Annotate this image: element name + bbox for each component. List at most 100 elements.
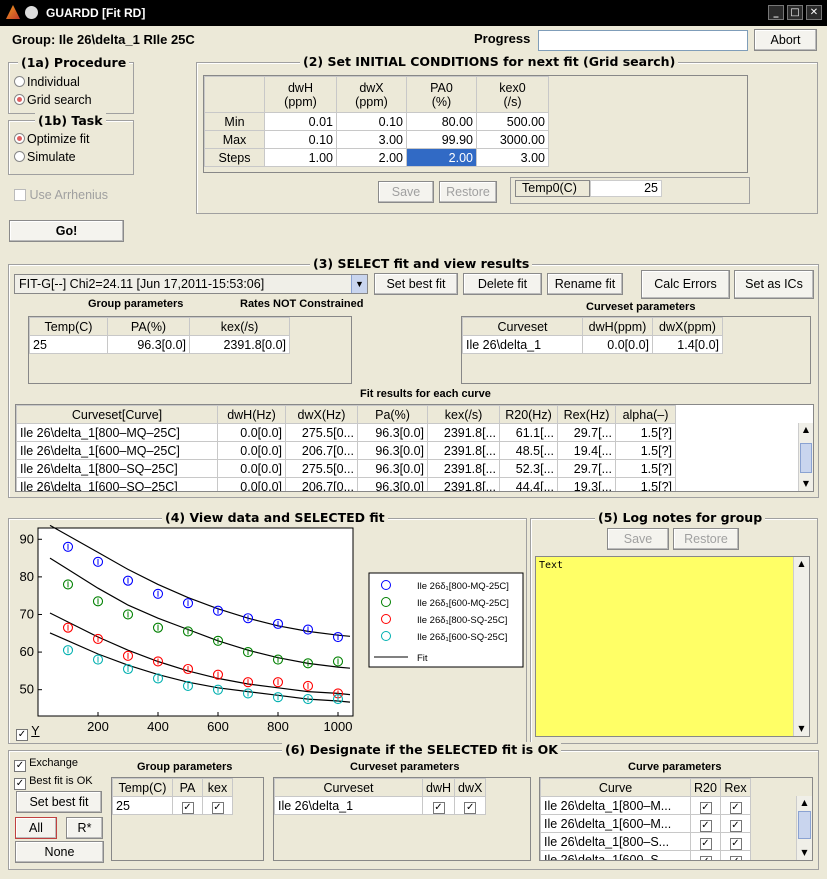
fr-cell[interactable]: 1.5[?] bbox=[615, 459, 676, 478]
radio-individual[interactable]: Individual bbox=[14, 75, 80, 89]
ic-cell[interactable]: 99.90 bbox=[406, 130, 477, 149]
fr-cell[interactable]: 1.5[?] bbox=[615, 441, 676, 460]
initial-conditions-table[interactable]: dwH (ppm) dwX (ppm) PA0 (%) kex0 (/s) Mi… bbox=[203, 75, 748, 173]
fr-cell[interactable]: 206.7[0... bbox=[285, 477, 358, 491]
delete-fit-button[interactable]: Delete fit bbox=[463, 273, 542, 295]
exchange-checkbox[interactable]: ✓ Exchange bbox=[14, 757, 78, 772]
fr-cell[interactable]: 96.3[0.0] bbox=[357, 441, 428, 460]
fr-cell[interactable]: Ile 26\delta_1[800–SQ–25C] bbox=[16, 459, 218, 478]
radio-grid-search[interactable]: Grid search bbox=[14, 93, 92, 107]
ic-cell[interactable]: 2.00 bbox=[336, 148, 407, 167]
fr-cell[interactable]: 0.0[0.0] bbox=[217, 423, 286, 442]
ic-restore-button[interactable]: Restore bbox=[439, 181, 497, 203]
dg-check[interactable]: ✓ bbox=[202, 796, 233, 815]
dcv-check[interactable]: ✓ bbox=[720, 814, 751, 833]
dcv-check[interactable]: ✓ bbox=[690, 832, 721, 851]
fr-cell[interactable]: 96.3[0.0] bbox=[357, 423, 428, 442]
go-button[interactable]: Go! bbox=[9, 220, 124, 242]
dcv-cell[interactable]: Ile 26\delta_1[800–M... bbox=[540, 796, 691, 815]
dg-check[interactable]: ✓ bbox=[172, 796, 203, 815]
fr-cell[interactable]: 0.0[0.0] bbox=[217, 459, 286, 478]
scroll-down-icon[interactable]: ▼ bbox=[797, 846, 812, 860]
table-row[interactable]: Ile 26\delta_1[800–S... ✓ ✓ bbox=[540, 832, 751, 851]
ic-save-button[interactable]: Save bbox=[378, 181, 434, 203]
scroll-thumb[interactable] bbox=[798, 811, 811, 839]
fr-cell[interactable]: 61.1[... bbox=[499, 423, 558, 442]
use-arrhenius-checkbox[interactable]: Use Arrhenius bbox=[14, 188, 108, 202]
ic-cell[interactable]: 500.00 bbox=[476, 112, 549, 131]
ic-cell[interactable]: 3.00 bbox=[336, 130, 407, 149]
scroll-down-icon[interactable]: ▼ bbox=[794, 722, 809, 736]
dc-check[interactable]: ✓ bbox=[454, 796, 487, 815]
fr-cell[interactable]: 0.0[0.0] bbox=[217, 441, 286, 460]
d-group-table[interactable]: Temp(C) PA kex 25 ✓ ✓ bbox=[111, 777, 264, 861]
dcv-cell[interactable]: Ile 26\delta_1[800–S... bbox=[540, 832, 691, 851]
dc-cell[interactable]: Ile 26\delta_1 bbox=[274, 796, 423, 815]
none-button[interactable]: None bbox=[15, 841, 104, 863]
table-row[interactable]: Ile 26\delta_1[600–S...✓✓ bbox=[540, 850, 751, 860]
ic-cell[interactable]: 3.00 bbox=[476, 148, 549, 167]
dcv-cell[interactable]: Ile 26\delta_1[600–M... bbox=[540, 814, 691, 833]
ic-cell-selected[interactable]: 2.00 bbox=[406, 148, 477, 167]
dcv-check[interactable]: ✓ bbox=[720, 796, 751, 815]
group-params-table[interactable]: Temp(C) PA(%) kex(/s) 25 96.3[0.0] 2391.8[0.… bbox=[28, 316, 352, 384]
curve-scrollbar[interactable]: ▲ ▼ bbox=[796, 796, 812, 860]
dcv-check[interactable]: ✓ bbox=[690, 796, 721, 815]
fr-cell[interactable]: 1.5[?] bbox=[615, 423, 676, 442]
fr-cell[interactable]: 19.4[... bbox=[557, 441, 616, 460]
gp-cell[interactable]: 96.3[0.0] bbox=[107, 335, 190, 354]
fr-cell[interactable]: 44.4[... bbox=[499, 477, 558, 491]
dcv-check[interactable]: ✓ bbox=[690, 814, 721, 833]
fr-cell[interactable]: 2391.8[... bbox=[427, 477, 500, 491]
gp-cell[interactable]: 25 bbox=[29, 335, 108, 354]
d-curveset-table[interactable]: Curveset dwH dwX Ile 26\delta_1 ✓ ✓ bbox=[273, 777, 531, 861]
ic-cell[interactable]: 0.10 bbox=[264, 130, 337, 149]
dc-check[interactable]: ✓ bbox=[421, 796, 456, 815]
set-best-fit-button[interactable]: Set best fit bbox=[374, 273, 458, 295]
all-button[interactable]: All bbox=[15, 817, 57, 839]
fr-cell[interactable]: 29.7[... bbox=[557, 459, 616, 478]
dcv-check[interactable]: ✓ bbox=[720, 850, 751, 860]
ic-cell[interactable]: 1.00 bbox=[264, 148, 337, 167]
ic-cell[interactable]: 0.10 bbox=[336, 112, 407, 131]
dcv-check[interactable]: ✓ bbox=[690, 850, 721, 860]
fr-cell[interactable]: Ile 26\delta_1[600–SQ–25C] bbox=[16, 477, 218, 491]
fr-cell[interactable]: 275.5[0... bbox=[285, 459, 358, 478]
minimize-icon[interactable]: _ bbox=[768, 5, 784, 20]
menu-icon[interactable] bbox=[25, 6, 38, 19]
fr-cell[interactable]: 29.7[... bbox=[557, 423, 616, 442]
y-checkbox[interactable]: ✓ Y bbox=[16, 724, 40, 741]
fr-cell[interactable]: 206.7[0... bbox=[285, 441, 358, 460]
rstar-button[interactable]: R* bbox=[66, 817, 103, 839]
designate-set-best-fit-button[interactable]: Set best fit bbox=[16, 791, 102, 813]
scroll-up-icon[interactable]: ▲ bbox=[799, 423, 813, 437]
scroll-thumb[interactable] bbox=[800, 443, 812, 473]
set-as-ics-button[interactable]: Set as ICs bbox=[734, 270, 814, 299]
cs-cell[interactable]: Ile 26\delta_1 bbox=[462, 335, 583, 354]
log-restore-button[interactable]: Restore bbox=[673, 528, 739, 550]
log-notes-textarea[interactable]: Text bbox=[535, 556, 810, 737]
scroll-up-icon[interactable]: ▲ bbox=[797, 796, 812, 810]
gp-cell[interactable]: 2391.8[0.0] bbox=[189, 335, 290, 354]
fit-results-scrollbar[interactable]: ▲ ▼ bbox=[798, 423, 813, 491]
fr-cell[interactable]: 2391.8[... bbox=[427, 423, 500, 442]
log-save-button[interactable]: Save bbox=[607, 528, 669, 550]
calc-errors-button[interactable]: Calc Errors bbox=[641, 270, 730, 299]
maximize-icon[interactable]: □ bbox=[787, 5, 803, 20]
radio-optimize-fit[interactable]: Optimize fit bbox=[14, 132, 90, 146]
radio-simulate[interactable]: Simulate bbox=[14, 150, 76, 164]
fr-cell[interactable]: 96.3[0.0] bbox=[357, 477, 428, 491]
fr-cell[interactable]: 19.3[... bbox=[557, 477, 616, 491]
rename-fit-button[interactable]: Rename fit bbox=[547, 273, 623, 295]
ic-cell[interactable]: 0.01 bbox=[264, 112, 337, 131]
fr-cell[interactable]: Ile 26\delta_1[600–MQ–25C] bbox=[16, 441, 218, 460]
best-fit-ok-checkbox[interactable]: ✓ Best fit is OK bbox=[14, 775, 93, 790]
cs-cell[interactable]: 0.0[0.0] bbox=[582, 335, 653, 354]
close-icon[interactable]: ✕ bbox=[806, 5, 822, 20]
table-row[interactable]: Ile 26\delta_1[800–M... ✓ ✓ bbox=[540, 796, 751, 815]
fr-cell[interactable]: 2391.8[... bbox=[427, 441, 500, 460]
fr-cell[interactable]: Ile 26\delta_1[800–MQ–25C] bbox=[16, 423, 218, 442]
table-row[interactable]: Ile 26\delta_1[800–MQ–25C] 0.0[0.0] 275.5[… bbox=[16, 423, 676, 442]
curveset-params-table[interactable]: Curveset dwH(ppm) dwX(ppm) Ile 26\delta_1 0… bbox=[461, 316, 811, 384]
scroll-down-icon[interactable]: ▼ bbox=[799, 477, 813, 491]
